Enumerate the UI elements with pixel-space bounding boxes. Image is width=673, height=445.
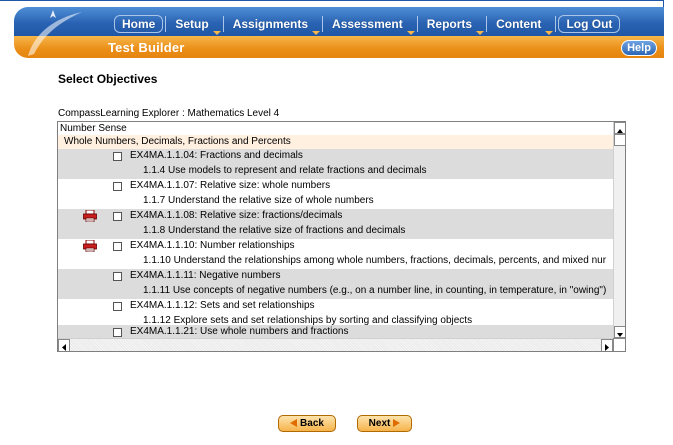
objective-description: 1.1.8 Understand the relative size of fr… (143, 225, 406, 236)
objective-row: EX4MA.1.1.08: Relative size: fractions/d… (58, 209, 613, 239)
objective-checkbox[interactable] (113, 302, 122, 311)
scrollbar-corner (613, 338, 625, 351)
objective-checkbox[interactable] (113, 328, 122, 337)
nav-setup-label: Setup (175, 17, 209, 31)
printer-icon[interactable] (83, 210, 97, 222)
vertical-scroll-thumb[interactable] (614, 134, 625, 146)
objectives-list-panel: Number Sense Whole Numbers, Decimals, Fr… (57, 121, 626, 352)
objective-code: EX4MA.1.1.21: Use whole numbers and frac… (130, 326, 349, 337)
scroll-down-button[interactable] (614, 326, 625, 338)
scroll-right-button[interactable] (601, 339, 613, 351)
objective-description: 1.1.4 Use models to represent and relate… (143, 165, 427, 176)
objective-checkbox[interactable] (113, 272, 122, 281)
page-heading: Test Builder (108, 40, 185, 55)
objective-description: 1.1.7 Understand the relative size of wh… (143, 195, 374, 206)
scroll-up-button[interactable] (614, 122, 625, 134)
arrow-left-icon (62, 344, 66, 351)
substrand-row: Whole Numbers, Decimals, Fractions and P… (58, 135, 613, 149)
nav-separator (416, 16, 418, 32)
back-button-label: Back (300, 418, 324, 429)
nav-separator (222, 16, 224, 32)
objective-row: EX4MA.1.1.04: Fractions and decimals 1.1… (58, 149, 613, 179)
objective-checkbox[interactable] (113, 212, 122, 221)
nav-logout-label: Log Out (566, 17, 613, 31)
strand-label: Number Sense (60, 123, 127, 134)
section-title: Select Objectives (58, 72, 158, 86)
nav-separator (322, 16, 324, 32)
nav-assessment-label: Assessment (332, 17, 403, 31)
main-nav: Home Setup Assignments Assessment Report… (114, 14, 621, 35)
nav-setup[interactable]: Setup (168, 15, 221, 35)
objective-code: EX4MA.1.1.08: Relative size: fractions/d… (130, 210, 343, 221)
objective-checkbox[interactable] (113, 152, 122, 161)
nav-content[interactable]: Content (489, 15, 554, 35)
objective-row: EX4MA.1.1.21: Use whole numbers and frac… (58, 325, 613, 338)
breadcrumb: CompassLearning Explorer : Mathematics L… (58, 108, 280, 119)
nav-assignments-label: Assignments (232, 17, 309, 31)
dropdown-caret-icon (406, 31, 415, 35)
nav-reports-label: Reports (426, 17, 473, 31)
arrow-right-icon (605, 344, 609, 351)
top-border (0, 0, 664, 1)
header: Home Setup Assignments Assessment Report… (0, 0, 673, 60)
nav-logout[interactable]: Log Out (558, 15, 621, 33)
objective-code: EX4MA.1.1.11: Negative numbers (130, 270, 281, 281)
objective-checkbox[interactable] (113, 242, 122, 251)
arrow-right-icon (393, 419, 401, 428)
arrow-left-icon (290, 419, 298, 428)
strand-row: Number Sense (60, 122, 613, 136)
next-button-label: Next (368, 418, 391, 429)
objective-code: EX4MA.1.1.12: Sets and set relationships (130, 300, 315, 311)
nav-content-label: Content (496, 17, 542, 31)
objective-row: EX4MA.1.1.07: Relative size: whole numbe… (58, 179, 613, 209)
objective-code: EX4MA.1.1.04: Fractions and decimals (130, 150, 303, 161)
objective-code: EX4MA.1.1.07: Relative size: whole numbe… (130, 180, 331, 191)
dropdown-caret-icon (476, 31, 485, 35)
app-window: Home Setup Assignments Assessment Report… (0, 0, 673, 445)
nav-separator (486, 16, 488, 32)
next-button[interactable]: Next (357, 415, 412, 432)
dropdown-caret-icon (545, 31, 554, 35)
objective-row: EX4MA.1.1.11: Negative numbers 1.1.11 Us… (58, 269, 613, 299)
objectives-list: Number Sense Whole Numbers, Decimals, Fr… (58, 122, 613, 338)
objective-description: 1.1.10 Understand the relationships amon… (143, 255, 607, 266)
objective-checkbox[interactable] (113, 182, 122, 191)
vertical-scrollbar[interactable] (613, 122, 625, 338)
objective-row: EX4MA.1.1.10: Number relationships 1.1.1… (58, 239, 613, 269)
help-button[interactable]: Help (621, 40, 657, 56)
printer-icon[interactable] (83, 240, 97, 252)
dropdown-caret-icon (312, 31, 321, 35)
substrand-label: Whole Numbers, Decimals, Fractions and P… (64, 136, 291, 147)
nav-assessment[interactable]: Assessment (325, 15, 415, 35)
nav-assignments[interactable]: Assignments (226, 15, 321, 35)
dropdown-caret-icon (212, 31, 221, 35)
nav-reports[interactable]: Reports (420, 15, 485, 35)
nav-separator (165, 16, 167, 32)
nav-separator (555, 16, 557, 32)
nav-home-label: Home (122, 17, 156, 31)
back-button[interactable]: Back (278, 415, 336, 432)
scroll-left-button[interactable] (58, 339, 70, 351)
objective-code: EX4MA.1.1.10: Number relationships (130, 240, 295, 251)
horizontal-scrollbar[interactable] (58, 338, 613, 351)
objective-description: 1.1.11 Use concepts of negative numbers … (143, 285, 607, 296)
nav-home[interactable]: Home (114, 15, 164, 33)
